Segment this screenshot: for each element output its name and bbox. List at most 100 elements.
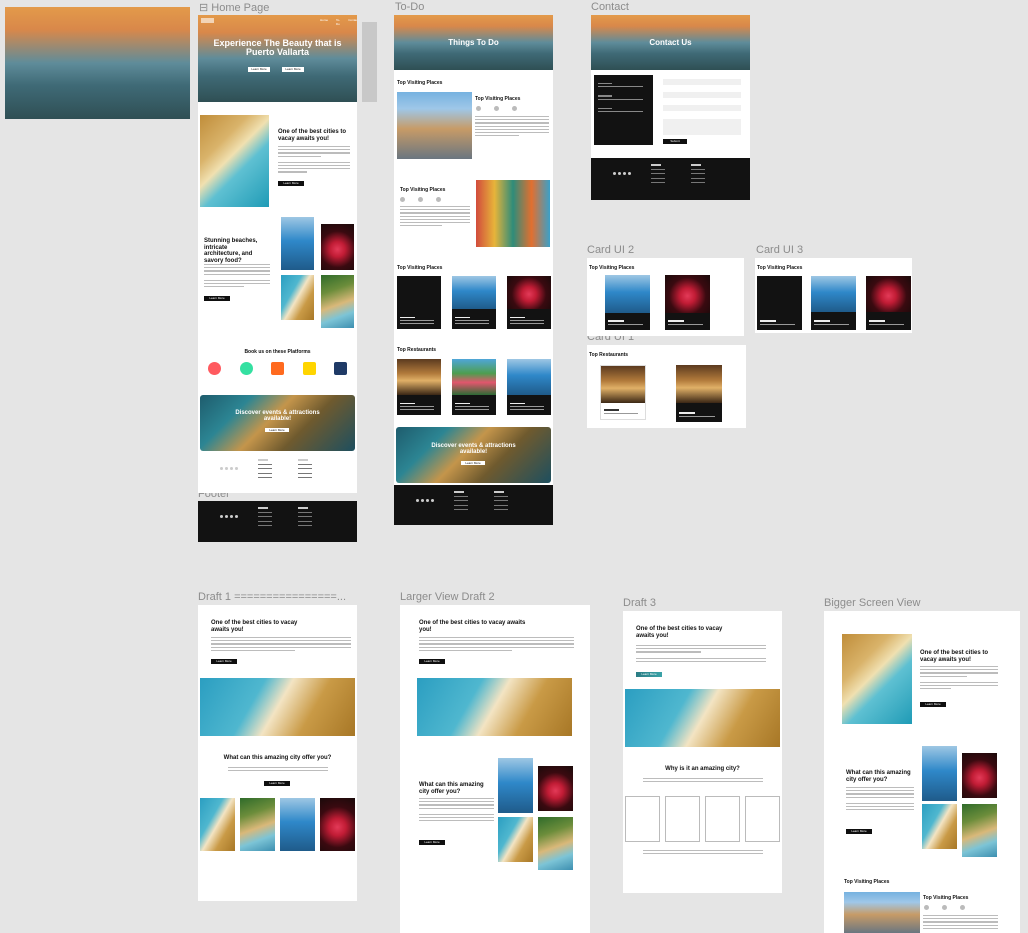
contact-name-field[interactable] [663,79,741,85]
draft2-text [419,637,574,653]
home-platforms-title: Book us on these Platforms [244,349,311,355]
frame-label-draft3[interactable]: Draft 3 [623,597,656,609]
draft2-image-3 [498,817,533,862]
draft1-frame[interactable]: One of the best cities to vacay awaits y… [198,605,357,901]
nav-todo[interactable]: To-Do [336,18,340,26]
bigger-section-text [846,787,914,812]
draft1-text [211,637,351,653]
contact-footer [591,158,750,200]
contact-message-field[interactable] [663,119,741,135]
home-hero-title: Experience The Beauty that is Puerto Val… [213,38,342,58]
todo-card-2[interactable] [452,276,496,329]
draft2-section-title: What can this amazing city offer you? [419,782,484,795]
draft2-frame[interactable]: One of the best cities to vacay awaits y… [400,605,590,933]
card-ui-3-frame[interactable]: Top Visiting Places [755,258,912,333]
contact-phone-field[interactable] [663,105,741,111]
frame-label-draft2[interactable]: Larger View Draft 2 [400,591,495,603]
puerto-vallarta-photo[interactable] [5,7,190,119]
hero-button-2[interactable]: Learn More [282,67,304,72]
frame-label-todo[interactable]: To-Do [395,1,424,13]
home-section1-button[interactable]: Learn More [278,181,304,186]
bigger-top-title: Top Visiting Places [844,879,890,885]
draft3-frame[interactable]: One of the best cities to vacay awaits y… [623,611,782,893]
home-hero-image [198,15,357,102]
bigger-frame[interactable]: One of the best cities to vacay awaits y… [824,611,1020,933]
home-section2-title: Stunning beaches, intricate architecture… [204,238,258,264]
todo-colorful-image [476,180,550,247]
card-ui-1-frame[interactable]: Top Restaurants [587,345,746,428]
draft3-box-1 [625,796,660,842]
card2-card-1[interactable] [605,275,650,330]
card1-card-1[interactable] [600,365,646,420]
draft3-text [636,645,766,664]
card2-card-2[interactable] [665,275,710,330]
draft1-button[interactable]: Learn More [211,659,237,664]
todo-banner-title: Discover events & attractions available! [431,443,516,456]
card-ui-2-frame[interactable]: Top Visiting Places [587,258,744,336]
todo-banner-button[interactable]: Learn More [461,461,485,465]
card2-title: Top Visiting Places [589,265,635,271]
footer-frame[interactable] [198,501,357,542]
todo-section-title-1: Top Visiting Places [397,80,443,86]
hero-button-1[interactable]: Learn More [248,67,270,72]
contact-frame[interactable]: Contact Us Submit [591,15,750,200]
canvas-scrollbar[interactable] [362,22,377,102]
home-banner-button[interactable]: Learn More [265,428,289,432]
airbnb-icon[interactable] [208,362,221,375]
tripadvisor-icon[interactable] [240,362,253,375]
todo-section-title-2: Top Visiting Places [475,96,521,102]
card3-card-3[interactable] [866,276,911,330]
todo-card-3[interactable] [507,276,551,329]
card3-card-1[interactable] [757,276,802,330]
draft2-button[interactable]: Learn More [419,659,445,664]
todo-restaurant-card-1[interactable] [397,359,441,415]
home-nav: Home To-Do Contact [320,18,357,26]
draft2-section-button[interactable]: Learn More [419,840,445,845]
draft2-title: One of the best cities to vacay awaits y… [419,620,526,633]
home-palms-image [321,275,354,328]
contact-email-field[interactable] [663,92,741,98]
draft2-image-1 [498,758,533,813]
frame-label-draft1[interactable]: Draft 1 ================... [198,591,346,603]
home-food-image [321,224,354,270]
bigger-button[interactable]: Learn More [920,702,946,707]
draft3-button[interactable]: Learn More [636,672,662,677]
home-beach2-image [281,275,314,320]
bigger-section-button[interactable]: Learn More [846,829,872,834]
draft1-title: One of the best cities to vacay awaits y… [211,620,298,633]
todo-card-1[interactable] [397,276,441,329]
frame-label-card-ui-3[interactable]: Card UI 3 [756,244,803,256]
frame-label-card-ui-2[interactable]: Card UI 2 [587,244,634,256]
todo-restaurant-card-3[interactable] [507,359,551,415]
todo-text-1 [475,116,549,138]
contact-submit-button[interactable]: Submit [663,139,687,144]
home-section2-text [204,264,270,289]
todo-restaurant-card-2[interactable] [452,359,496,415]
contact-hero-title: Contact Us [649,38,692,47]
booking-icon[interactable] [334,362,347,375]
draft3-footer-text [643,850,763,856]
draft3-box-4 [745,796,780,842]
bigger-top-title-2: Top Visiting Places [923,895,969,901]
bigger-title: One of the best cities to vacay awaits y… [920,650,989,663]
home-footer-preview [198,453,357,493]
frame-label-contact[interactable]: Contact [591,1,629,13]
contact-info-panel [594,75,653,145]
kayak-icon[interactable] [271,362,284,375]
nav-home[interactable]: Home [320,18,328,26]
card3-card-2[interactable] [811,276,856,330]
frame-label-home[interactable]: ⊟ Home Page [199,1,269,14]
todo-frame[interactable]: Things To Do Top Visiting Places Top Vis… [394,15,553,525]
frame-icon: ⊟ [199,2,209,14]
home-logo [201,18,214,23]
bigger-text [920,666,998,691]
card1-card-2[interactable] [676,365,722,422]
expedia-icon[interactable] [303,362,316,375]
draft1-section-button[interactable]: Learn More [264,781,290,786]
bigger-image-4 [962,804,997,857]
home-page-frame[interactable]: Home To-Do Contact Experience The Beauty… [198,15,357,493]
todo-restaurants-title: Top Restaurants [397,347,437,353]
nav-contact[interactable]: Contact [348,18,357,26]
frame-label-bigger[interactable]: Bigger Screen View [824,597,920,609]
home-section2-button[interactable]: Learn More [204,296,230,301]
